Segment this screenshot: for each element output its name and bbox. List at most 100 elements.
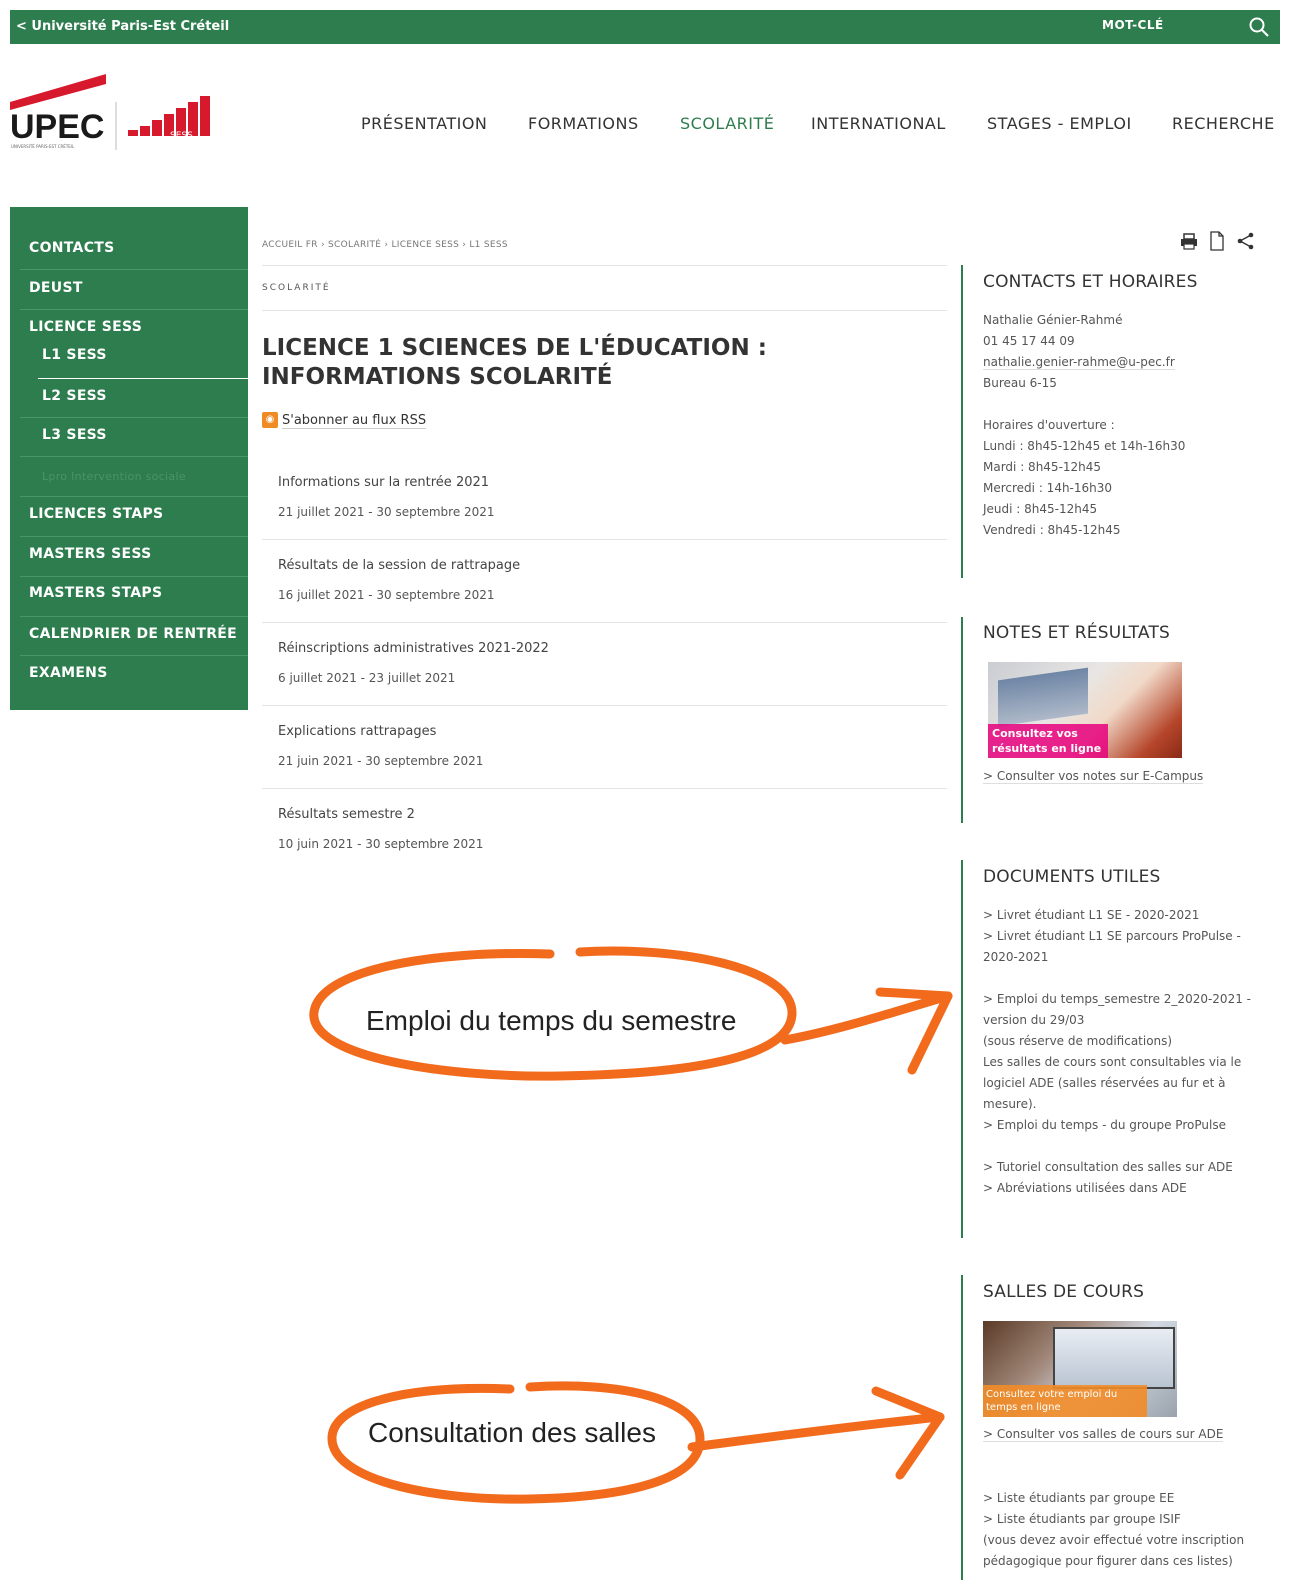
hours-line: Lundi : 8h45-12h45 et 14h-16h30: [983, 439, 1186, 453]
page-title: LICENCE 1 SCIENCES DE L'ÉDUCATION : INFO…: [262, 335, 767, 390]
tutoriel-ade-link[interactable]: > Tutoriel consultation des salles sur A…: [983, 1157, 1268, 1178]
sidebar: CONTACTS DEUST LICENCE SESS L1 SESS L2 S…: [10, 207, 248, 710]
divider: [262, 265, 947, 266]
contact-email-link[interactable]: nathalie.genier-rahme@u-pec.fr: [983, 355, 1175, 370]
documents-list: > Livret étudiant L1 SE - 2020-2021 > Li…: [983, 905, 1268, 1199]
section-label: SCOLARITÉ: [262, 283, 331, 293]
salles-heading: SALLES DE COURS: [983, 1282, 1145, 1302]
ecampus-link[interactable]: > Consulter vos notes sur E-Campus: [983, 769, 1204, 784]
annotation-text: Emploi du temps du semestre: [366, 1005, 737, 1036]
sidebar-divider: [20, 496, 248, 497]
ade-salles-link[interactable]: > Consulter vos salles de cours sur ADE: [983, 1427, 1224, 1442]
svg-text:UNIVERSITÉ PARIS-EST CRÉTEIL: UNIVERSITÉ PARIS-EST CRÉTEIL: [11, 144, 75, 149]
sidebar-item-contacts[interactable]: CONTACTS: [10, 240, 248, 256]
student-lists: > Liste étudiants par groupe EE > Liste …: [983, 1488, 1273, 1572]
sidebar-item-licence-sess[interactable]: LICENCE SESS: [10, 319, 248, 335]
emploi-du-temps-link-cont[interactable]: version du 29/03: [983, 1010, 1268, 1031]
nav-formations[interactable]: FORMATIONS: [528, 114, 639, 138]
sidebar-item-masters-sess[interactable]: MASTERS SESS: [10, 546, 248, 562]
divider: [262, 539, 947, 540]
contacts-heading: CONTACTS ET HORAIRES: [983, 272, 1198, 292]
news-title[interactable]: Résultats de la session de rattrapage: [278, 558, 520, 573]
pdf-icon[interactable]: [1209, 231, 1225, 251]
nav-scolarite[interactable]: SCOLARITÉ: [680, 114, 774, 138]
sidebar-item-deust[interactable]: DEUST: [10, 280, 248, 296]
documents-note: (sous réserve de modifications): [983, 1034, 1173, 1048]
sidebar-active-underline: [38, 378, 248, 379]
news-title[interactable]: Réinscriptions administratives 2021-2022: [278, 641, 549, 656]
annotation-text: Consultation des salles: [368, 1417, 656, 1448]
share-icon[interactable]: [1236, 232, 1256, 250]
rss-subscribe-link[interactable]: ◉ S'abonner au flux RSS: [262, 412, 427, 429]
upec-logo[interactable]: UPEC UNIVERSITÉ PARIS-EST CRÉTEIL SESS: [10, 70, 230, 154]
liste-isif-link[interactable]: > Liste étudiants par groupe ISIF: [983, 1509, 1273, 1530]
livret-link[interactable]: > Livret étudiant L1 SE - 2020-2021: [983, 905, 1268, 926]
nav-presentation[interactable]: PRÉSENTATION: [361, 114, 487, 138]
contacts-block: Nathalie Génier-Rahmé 01 45 17 44 09 nat…: [983, 310, 1185, 541]
print-icon[interactable]: [1180, 232, 1198, 250]
sidebar-divider: [20, 269, 248, 270]
documents-heading: DOCUMENTS UTILES: [983, 867, 1161, 887]
sidebar-item-calendrier[interactable]: CALENDRIER DE RENTRÉE: [10, 626, 248, 642]
divider: [262, 705, 947, 706]
hours-label: Horaires d'ouverture :: [983, 418, 1115, 432]
news-date: 10 juin 2021 - 30 septembre 2021: [278, 837, 484, 851]
rss-label: S'abonner au flux RSS: [282, 412, 427, 429]
breadcrumb[interactable]: ACCUEIL FR › SCOLARITÉ › LICENCE SESS › …: [262, 240, 508, 250]
notes-heading: NOTES ET RÉSULTATS: [983, 623, 1171, 643]
sidebar-divider: [20, 576, 248, 577]
sidebar-divider: [20, 309, 248, 310]
sidebar-item-lpro[interactable]: Lpro Intervention sociale: [10, 470, 248, 483]
screen-graphic: [1053, 1327, 1175, 1389]
contact-office: Bureau 6-15: [983, 376, 1057, 390]
nav-recherche[interactable]: RECHERCHE: [1172, 114, 1275, 138]
timetable-caption: Consultez votre emploi du temps en ligne: [986, 1389, 1118, 1413]
keyword-search-label[interactable]: MOT-CLÉ: [1102, 18, 1164, 32]
sidebar-item-licences-staps[interactable]: LICENCES STAPS: [10, 506, 248, 522]
news-title[interactable]: Explications rattrapages: [278, 724, 436, 739]
contact-name: Nathalie Génier-Rahmé: [983, 313, 1123, 327]
emploi-propulse-link[interactable]: > Emploi du temps - du groupe ProPulse: [983, 1115, 1268, 1136]
column-rule: [961, 1275, 963, 1580]
news-date: 21 juin 2021 - 30 septembre 2021: [278, 754, 484, 768]
svg-text:UPEC: UPEC: [10, 108, 104, 146]
lists-note: (vous devez avoir effectué votre inscrip…: [983, 1533, 1245, 1547]
column-rule: [961, 860, 963, 1238]
contact-phone: 01 45 17 44 09: [983, 334, 1075, 348]
news-title[interactable]: Résultats semestre 2: [278, 807, 415, 822]
livret-propulse-link-cont[interactable]: 2020-2021: [983, 947, 1268, 968]
sidebar-item-examens[interactable]: EXAMENS: [10, 665, 248, 681]
column-rule: [961, 265, 963, 578]
hours-line: Mardi : 8h45-12h45: [983, 460, 1102, 474]
divider: [262, 622, 947, 623]
divider: [262, 788, 947, 789]
sidebar-item-masters-staps[interactable]: MASTERS STAPS: [10, 585, 248, 601]
news-date: 21 juillet 2021 - 30 septembre 2021: [278, 505, 495, 519]
search-icon[interactable]: [1246, 14, 1272, 40]
sidebar-divider: [20, 417, 248, 418]
back-to-university-link[interactable]: < Université Paris-Est Créteil: [16, 19, 229, 34]
abreviations-ade-link[interactable]: > Abréviations utilisées dans ADE: [983, 1178, 1268, 1199]
sidebar-divider: [20, 536, 248, 537]
top-bar: < Université Paris-Est Créteil MOT-CLÉ: [10, 10, 1280, 44]
emploi-du-temps-link[interactable]: > Emploi du temps_semestre 2_2020-2021 -: [983, 989, 1268, 1010]
news-title[interactable]: Informations sur la rentrée 2021: [278, 475, 489, 490]
sidebar-item-l1-sess[interactable]: L1 SESS: [10, 347, 248, 363]
sidebar-divider: [20, 616, 248, 617]
nav-international[interactable]: INTERNATIONAL: [811, 114, 946, 138]
sidebar-item-l2-sess[interactable]: L2 SESS: [10, 388, 248, 404]
timetable-banner-image[interactable]: Consultez votre emploi du temps en ligne: [983, 1321, 1177, 1417]
hours-line: Mercredi : 14h-16h30: [983, 481, 1113, 495]
livret-propulse-link[interactable]: > Livret étudiant L1 SE parcours ProPuls…: [983, 926, 1268, 947]
news-date: 6 juillet 2021 - 23 juillet 2021: [278, 671, 456, 685]
sidebar-item-l3-sess[interactable]: L3 SESS: [10, 427, 248, 443]
liste-ee-link[interactable]: > Liste étudiants par groupe EE: [983, 1488, 1273, 1509]
results-banner-image[interactable]: Consultez vos résultats en ligne: [988, 662, 1182, 758]
documents-note: logiciel ADE (salles réservées au fur et…: [983, 1076, 1226, 1090]
nav-stages-emploi[interactable]: STAGES - EMPLOI: [987, 114, 1132, 138]
column-rule: [961, 617, 963, 823]
hours-line: Jeudi : 8h45-12h45: [983, 502, 1098, 516]
documents-note: mesure).: [983, 1097, 1037, 1111]
documents-note: Les salles de cours sont consultables vi…: [983, 1055, 1242, 1069]
sidebar-divider: [20, 456, 248, 457]
